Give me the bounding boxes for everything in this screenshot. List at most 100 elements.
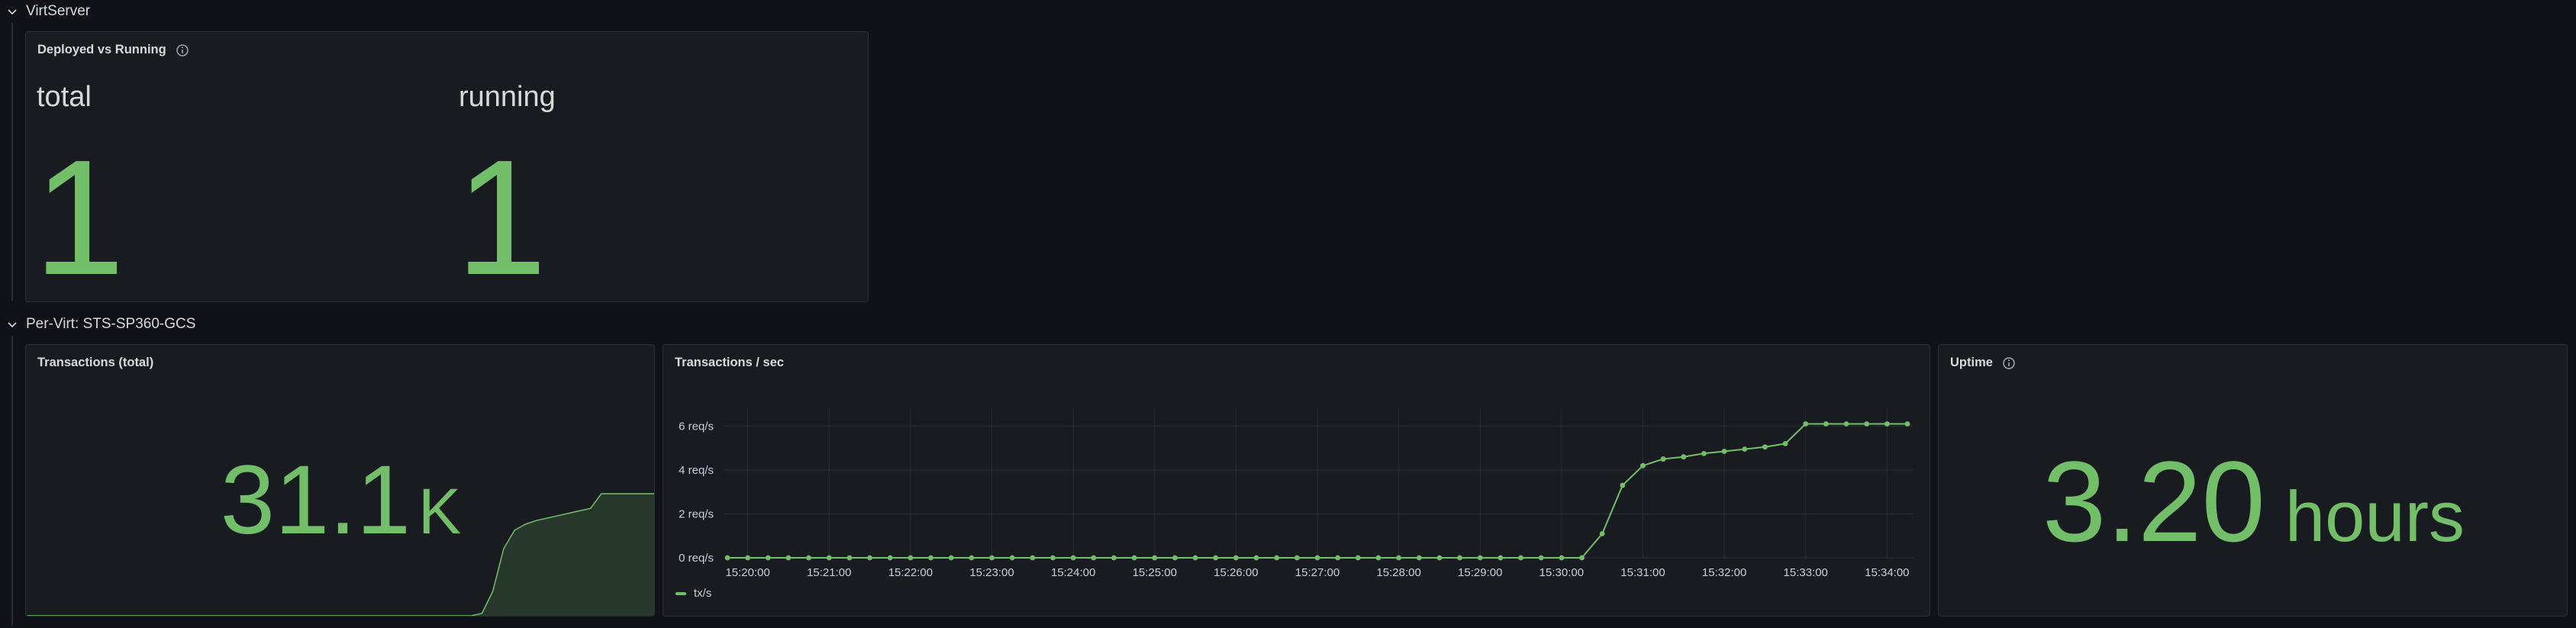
y-tick-label: 6 req/s bbox=[679, 420, 714, 433]
panel-transactions-per-sec[interactable]: Transactions / sec 0 req/s 2 req/s 4 req/s… bbox=[663, 344, 1930, 617]
data-point bbox=[1152, 555, 1158, 561]
row-divider bbox=[11, 336, 13, 626]
x-tick-label: 15:34:00 bbox=[1865, 566, 1909, 579]
data-point bbox=[1904, 421, 1910, 427]
y-tick-label: 2 req/s bbox=[679, 507, 714, 520]
x-tick-label: 15:25:00 bbox=[1133, 566, 1177, 579]
data-point bbox=[1294, 555, 1300, 561]
data-point bbox=[1660, 456, 1666, 462]
panel-title-text: Uptime bbox=[1950, 356, 1993, 369]
stat-value-total: 1 bbox=[34, 125, 125, 302]
data-point bbox=[1477, 555, 1483, 561]
x-tick-label: 15:27:00 bbox=[1295, 566, 1340, 579]
data-point bbox=[1518, 555, 1523, 561]
data-point bbox=[1721, 449, 1727, 454]
data-point bbox=[1742, 446, 1748, 452]
data-point bbox=[1030, 555, 1036, 561]
y-tick-label: 0 req/s bbox=[679, 552, 714, 565]
data-point bbox=[1009, 555, 1015, 561]
chevron-down-icon bbox=[8, 9, 17, 15]
data-point bbox=[1375, 555, 1381, 561]
data-point bbox=[1498, 555, 1504, 561]
data-point bbox=[948, 555, 954, 561]
x-tick-label: 15:32:00 bbox=[1702, 566, 1746, 579]
data-point bbox=[1762, 444, 1768, 450]
data-point bbox=[989, 555, 995, 561]
x-tick-label: 15:29:00 bbox=[1458, 566, 1502, 579]
x-tick-label: 15:22:00 bbox=[888, 566, 933, 579]
legend-label: tx/s bbox=[694, 587, 712, 600]
legend[interactable]: tx/s bbox=[675, 587, 711, 600]
data-point bbox=[806, 555, 812, 561]
data-point bbox=[1681, 454, 1687, 460]
x-tick-label: 15:26:00 bbox=[1214, 566, 1258, 579]
stat-unit: K bbox=[418, 475, 462, 547]
data-point bbox=[1314, 555, 1320, 561]
data-point bbox=[1091, 555, 1097, 561]
data-point bbox=[1823, 421, 1829, 427]
data-point bbox=[969, 555, 975, 561]
data-point bbox=[785, 555, 791, 561]
data-point bbox=[765, 555, 771, 561]
stat-value-running: 1 bbox=[456, 125, 547, 302]
data-point bbox=[1538, 555, 1544, 561]
data-point bbox=[1192, 555, 1198, 561]
data-point bbox=[1559, 555, 1565, 561]
info-icon[interactable] bbox=[2002, 356, 2016, 370]
data-point bbox=[1457, 555, 1462, 561]
data-point bbox=[1599, 530, 1605, 536]
data-point bbox=[867, 555, 872, 561]
data-point bbox=[1070, 555, 1076, 561]
panel-transactions-total[interactable]: Transactions (total) 31.1 K bbox=[25, 344, 655, 617]
data-point bbox=[1111, 555, 1117, 561]
panel-deployed-vs-running[interactable]: Deployed vs Running total 1 running 1 bbox=[25, 31, 869, 302]
x-tick-label: 15:28:00 bbox=[1376, 566, 1420, 579]
data-point bbox=[1335, 555, 1341, 561]
x-tick-label: 15:24:00 bbox=[1051, 566, 1095, 579]
data-point bbox=[1640, 462, 1646, 469]
stat-unit: hours bbox=[2284, 476, 2465, 556]
row-header-per-virt[interactable]: Per-Virt: STS-SP360-GCS bbox=[0, 313, 195, 336]
data-point bbox=[1253, 555, 1259, 561]
panel-uptime[interactable]: Uptime 3.20 hours bbox=[1938, 344, 2568, 617]
data-point bbox=[1172, 555, 1178, 561]
data-point bbox=[1050, 555, 1056, 561]
data-point bbox=[846, 555, 853, 561]
data-point bbox=[1843, 421, 1849, 427]
legend-swatch bbox=[675, 591, 686, 595]
data-point bbox=[1274, 555, 1280, 561]
data-point bbox=[1884, 421, 1890, 427]
stat-value: 31.1 K bbox=[26, 452, 654, 549]
tx-per-sec-chart[interactable]: 0 req/s 2 req/s 4 req/s 6 req/s 15:20:00 15:2… bbox=[663, 345, 1930, 617]
row-title: VirtServer bbox=[26, 3, 91, 19]
data-point bbox=[928, 555, 933, 561]
data-point bbox=[1701, 450, 1707, 456]
chevron-down-icon bbox=[8, 322, 17, 328]
data-point bbox=[908, 555, 914, 561]
panel-title: Uptime bbox=[1950, 356, 2016, 370]
row-header-virtserver[interactable]: VirtServer bbox=[0, 0, 90, 23]
data-point bbox=[1213, 555, 1219, 561]
data-point bbox=[1782, 441, 1788, 446]
data-point bbox=[1396, 555, 1402, 561]
y-tick-label: 4 req/s bbox=[679, 464, 714, 477]
data-point bbox=[1620, 482, 1626, 488]
data-point bbox=[1233, 555, 1239, 561]
data-point bbox=[745, 555, 751, 561]
stat-value: 3.20 hours bbox=[1939, 444, 2567, 559]
data-point bbox=[1864, 421, 1870, 427]
data-point bbox=[826, 555, 832, 561]
panel-title: Deployed vs Running bbox=[37, 43, 189, 57]
stat-number: 3.20 bbox=[2042, 437, 2265, 565]
row-divider bbox=[11, 23, 13, 301]
data-point bbox=[724, 555, 730, 561]
data-point bbox=[1416, 555, 1422, 561]
data-point bbox=[1355, 555, 1361, 561]
x-tick-label: 15:23:00 bbox=[969, 566, 1014, 579]
row-title: Per-Virt: STS-SP360-GCS bbox=[26, 316, 196, 332]
data-point bbox=[887, 555, 893, 561]
x-tick-label: 15:31:00 bbox=[1620, 566, 1665, 579]
stat-label-total: total bbox=[37, 81, 92, 113]
stat-label-running: running bbox=[459, 81, 556, 113]
info-icon[interactable] bbox=[176, 43, 189, 57]
